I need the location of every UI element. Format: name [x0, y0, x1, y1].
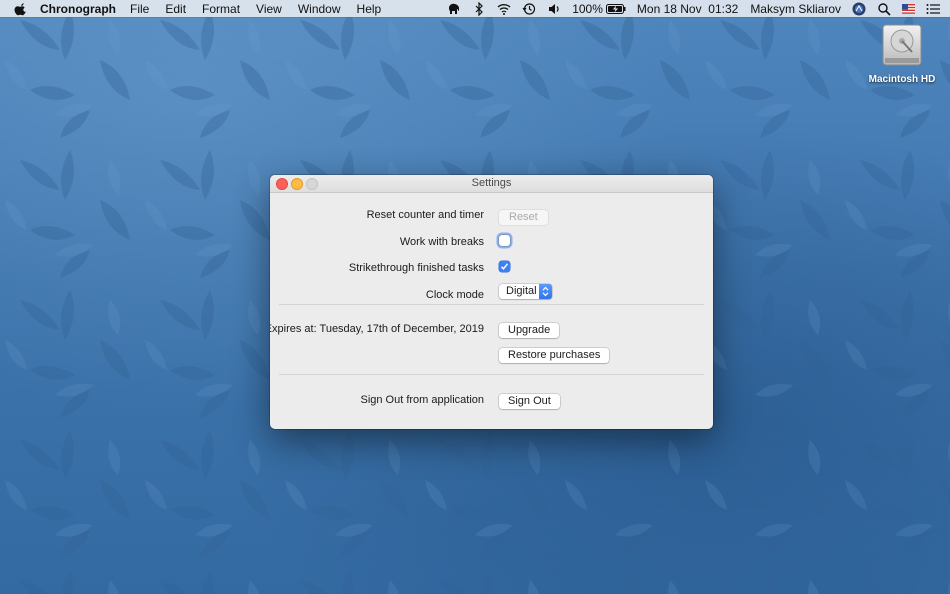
restore-purchases-button[interactable]: Restore purchases	[499, 348, 610, 363]
battery-icon[interactable]	[605, 3, 626, 14]
breaks-label: Work with breaks	[399, 236, 484, 248]
breaks-checkbox[interactable]	[499, 235, 510, 246]
disk-label: Macintosh HD	[868, 74, 936, 85]
signout-label: Sign Out from application	[360, 394, 484, 406]
strikethrough-label: Strikethrough finished tasks	[348, 262, 484, 274]
reset-row: Reset counter and timer Reset	[270, 206, 713, 226]
menubar-datetime[interactable]: Mon 18 Nov 01:32	[637, 2, 738, 16]
sign-out-button[interactable]: Sign Out	[499, 394, 560, 409]
menu-window[interactable]: Window	[298, 2, 341, 16]
menu-file[interactable]: File	[130, 2, 149, 16]
volume-icon[interactable]	[547, 2, 561, 16]
menu-help[interactable]: Help	[357, 2, 382, 16]
battery-percent[interactable]: 100%	[572, 2, 603, 16]
reset-button[interactable]: Reset	[499, 210, 548, 225]
apple-icon[interactable]	[14, 2, 28, 16]
menu-edit[interactable]: Edit	[165, 2, 186, 16]
bluetooth-icon[interactable]	[472, 1, 486, 16]
settings-window: Settings Reset counter and timer Reset W…	[270, 175, 713, 429]
menu-view[interactable]: View	[256, 2, 282, 16]
strikethrough-row: Strikethrough finished tasks	[270, 259, 713, 279]
window-title: Settings	[471, 177, 512, 189]
elephant-icon[interactable]	[447, 2, 461, 16]
list-icon[interactable]	[926, 3, 940, 15]
clock-row: Clock mode Digital	[270, 284, 713, 306]
time-machine-icon[interactable]	[522, 2, 536, 16]
search-icon[interactable]	[877, 2, 891, 16]
desktop-disk[interactable]: Macintosh HD	[862, 22, 942, 85]
menu-app-name[interactable]: Chronograph	[40, 2, 116, 16]
restore-row: Restore purchases	[270, 345, 713, 365]
user-avatar-icon[interactable]	[852, 2, 866, 16]
upgrade-button[interactable]: Upgrade	[499, 323, 560, 338]
signout-row: Sign Out from application Sign Out	[270, 391, 713, 411]
clock-label: Clock mode	[425, 289, 484, 301]
us-flag-icon[interactable]	[902, 3, 915, 14]
menu-format[interactable]: Format	[202, 2, 240, 16]
reset-label: Reset counter and timer	[366, 209, 484, 221]
window-titlebar[interactable]: Settings	[270, 175, 713, 193]
expires-row: Expires at: Tuesday, 17th of December, 2…	[270, 320, 713, 340]
expires-label: Expires at: Tuesday, 17th of December, 2…	[270, 323, 484, 335]
menubar-user[interactable]: Maksym Skliarov	[750, 2, 841, 16]
select-arrows-icon	[539, 284, 552, 299]
hard-drive-icon	[882, 24, 922, 66]
wifi-icon[interactable]	[497, 2, 511, 16]
menu-bar: Chronograph File Edit Format View Window…	[0, 0, 950, 17]
separator	[279, 374, 704, 375]
separator	[279, 304, 704, 305]
breaks-row: Work with breaks	[270, 233, 713, 253]
clock-mode-value: Digital	[506, 285, 537, 297]
strikethrough-checkbox[interactable]	[499, 261, 510, 272]
clock-mode-select[interactable]: Digital	[499, 284, 552, 299]
checkmark-icon	[500, 263, 509, 270]
